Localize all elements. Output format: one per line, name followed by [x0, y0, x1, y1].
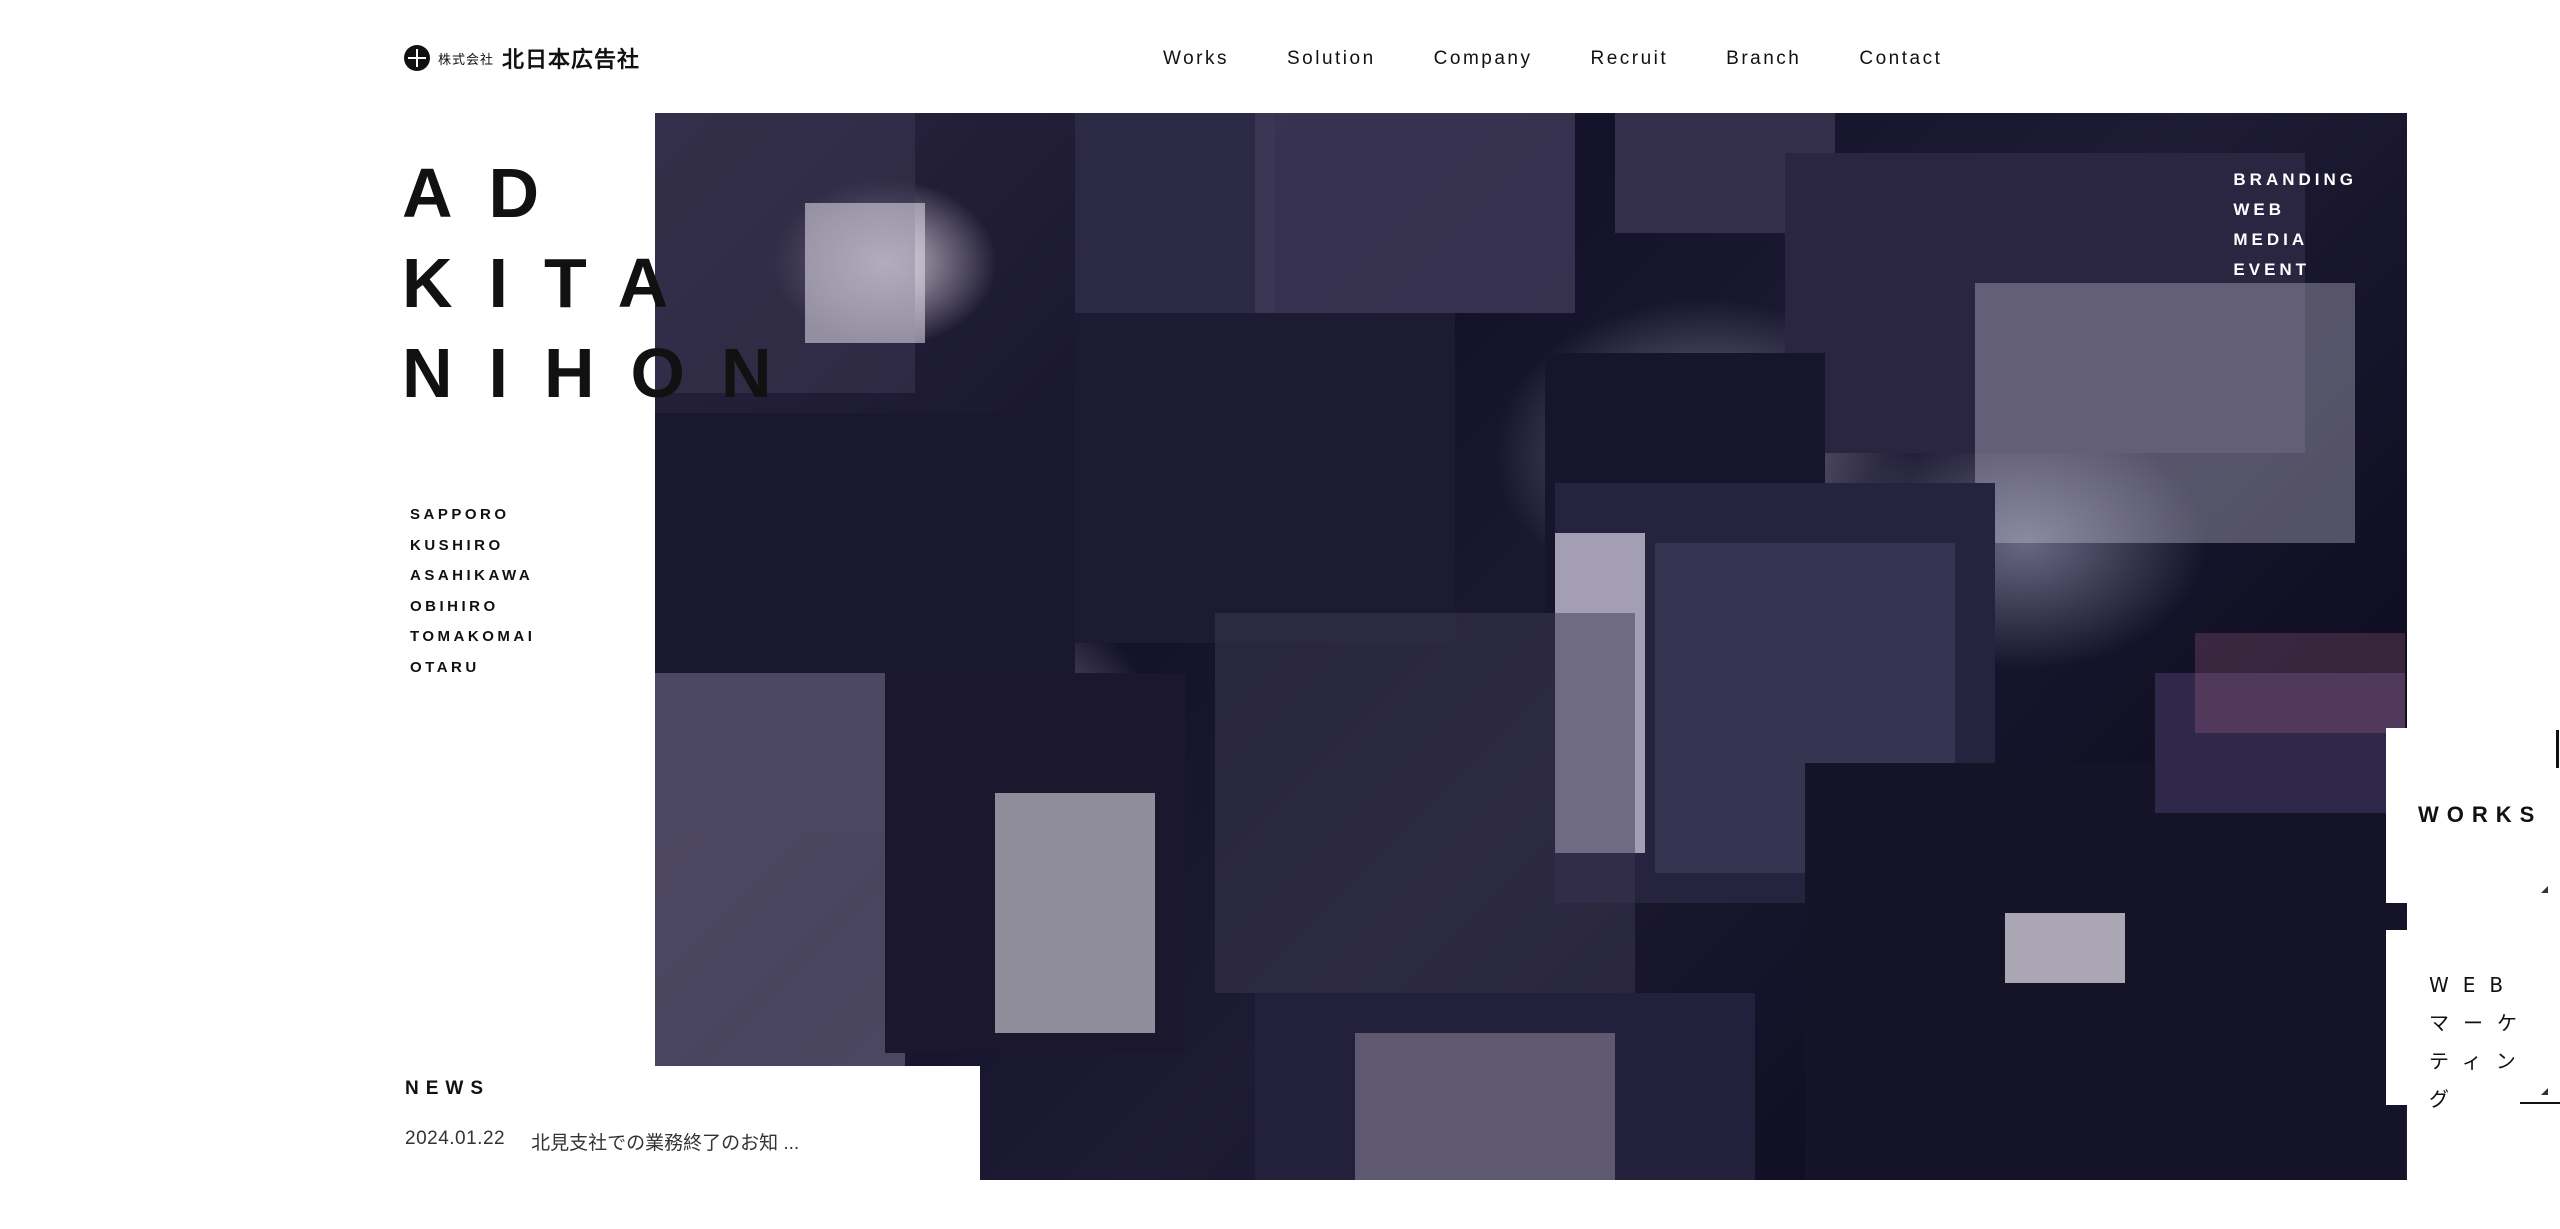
site-logo[interactable]: 株式会社 北日本広告社: [404, 44, 641, 73]
corner-arrow-icon: [2541, 886, 2548, 893]
main-nav: Works Solution Company Recruit Branch Co…: [1163, 48, 1942, 70]
logo-company-name: 北日本広告社: [502, 48, 641, 73]
hero-city-image: BRANDING WEB MEDIA EVENT: [655, 113, 2407, 1180]
card-underline: [2520, 1102, 2560, 1104]
scroll-indicator: [2556, 730, 2559, 768]
news-date: 2024.01.22: [405, 1128, 506, 1149]
office-cities-list: SAPPORO KUSHIRO ASAHIKAWA OBIHIRO TOMAKO…: [410, 500, 535, 683]
service-web: WEB: [2233, 200, 2286, 219]
nav-company[interactable]: Company: [1434, 48, 1533, 70]
logo-company-type: 株式会社: [438, 51, 495, 67]
city-item: OTARU: [410, 658, 480, 676]
nav-works[interactable]: Works: [1163, 48, 1229, 70]
city-item: KUSHIRO: [410, 536, 504, 554]
news-heading: NEWS: [405, 1078, 490, 1099]
service-branding: BRANDING: [2233, 170, 2357, 189]
web-marketing-card-label: WEBマーケティング: [2429, 973, 2531, 1111]
web-marketing-card[interactable]: WEBマーケティング: [2386, 930, 2560, 1111]
news-title: 北見支社での業務終了のお知 ...: [531, 1133, 800, 1154]
nav-solution[interactable]: Solution: [1287, 48, 1376, 70]
city-item: SAPPORO: [410, 506, 510, 523]
logo-mark-icon: [404, 45, 430, 71]
hero-title-line-2: KITA: [402, 244, 705, 322]
works-card-label: WORKS: [2418, 802, 2543, 827]
nav-branch[interactable]: Branch: [1726, 48, 1801, 70]
nav-recruit[interactable]: Recruit: [1590, 48, 1668, 70]
city-item: ASAHIKAWA: [410, 567, 534, 584]
hero-title-line-1: AD: [402, 154, 576, 232]
city-item: OBIHIRO: [410, 597, 499, 615]
works-card[interactable]: WORKS: [2386, 728, 2560, 903]
service-event: EVENT: [2233, 260, 2311, 279]
service-list: BRANDING WEB MEDIA EVENT: [2233, 165, 2357, 285]
nav-contact[interactable]: Contact: [1859, 48, 1942, 70]
hero-title: AD KITA NIHON: [402, 148, 808, 418]
service-media: MEDIA: [2233, 230, 2309, 249]
corner-arrow-icon: [2541, 1088, 2548, 1095]
city-item: TOMAKOMAI: [410, 628, 536, 645]
news-item[interactable]: 2024.01.22 北見支社での業務終了のお知 ...: [405, 1128, 799, 1155]
hero-title-line-3: NIHON: [402, 334, 808, 412]
